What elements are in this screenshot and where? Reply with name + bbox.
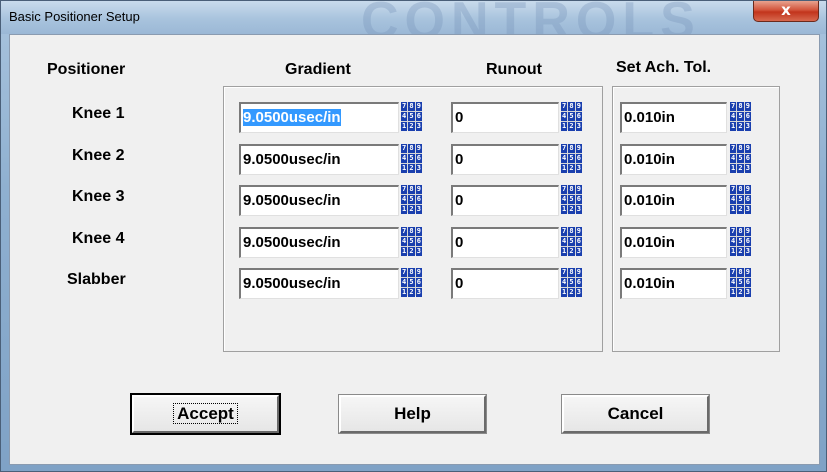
numeric-keypad-icon[interactable]: 789456123 — [561, 144, 582, 173]
numeric-keypad-icon[interactable]: 789456123 — [401, 227, 422, 256]
numeric-keypad-icon[interactable]: 789456123 — [561, 227, 582, 256]
numeric-keypad-icon[interactable]: 789456123 — [561, 185, 582, 214]
close-button[interactable]: x — [753, 1, 819, 22]
numeric-keypad-icon[interactable]: 789456123 — [401, 268, 422, 297]
gradient-field-knee-1[interactable]: 9.0500usec/in — [239, 102, 399, 133]
numeric-keypad-icon[interactable]: 789456123 — [730, 268, 751, 297]
gradient-field-knee-2[interactable]: 9.0500usec/in — [239, 144, 399, 175]
header-runout: Runout — [486, 61, 542, 78]
numeric-keypad-icon[interactable]: 789456123 — [401, 102, 422, 131]
row-label-knee-4: Knee 4 — [72, 230, 125, 247]
numeric-keypad-icon[interactable]: 789456123 — [730, 185, 751, 214]
row-label-knee-3: Knee 3 — [72, 188, 125, 205]
numeric-keypad-icon[interactable]: 789456123 — [401, 144, 422, 173]
gradient-field-slabber[interactable]: 9.0500usec/in — [239, 268, 399, 299]
window-title: Basic Positioner Setup — [9, 9, 140, 24]
row-label-knee-2: Knee 2 — [72, 147, 125, 164]
runout-field-slabber[interactable]: 0 — [451, 268, 559, 299]
tol-field-knee-3[interactable]: 0.010in — [620, 185, 727, 216]
accept-button[interactable]: Accept — [130, 393, 281, 435]
runout-field-knee-1[interactable]: 0 — [451, 102, 559, 133]
tol-field-knee-2[interactable]: 0.010in — [620, 144, 727, 175]
numeric-keypad-icon[interactable]: 789456123 — [401, 185, 422, 214]
dialog-window: CONTROLS Basic Positioner Setup x Positi… — [0, 0, 827, 472]
gradient-field-knee-3[interactable]: 9.0500usec/in — [239, 185, 399, 216]
accept-button-label: Accept — [173, 403, 238, 424]
title-watermark: CONTROLS — [361, 1, 701, 34]
row-label-slabber: Slabber — [67, 271, 126, 288]
header-set-ach-tol: Set Ach. Tol. — [616, 59, 712, 76]
row-label-knee-1: Knee 1 — [72, 105, 125, 122]
gradient-field-knee-4[interactable]: 9.0500usec/in — [239, 227, 399, 258]
header-positioner: Positioner — [47, 61, 126, 78]
help-button[interactable]: Help — [338, 394, 487, 434]
gradient-value-knee-1: 9.0500usec/in — [243, 109, 341, 126]
tol-field-knee-1[interactable]: 0.010in — [620, 102, 727, 133]
numeric-keypad-icon[interactable]: 789456123 — [730, 144, 751, 173]
tol-field-slabber[interactable]: 0.010in — [620, 268, 727, 299]
cancel-button[interactable]: Cancel — [561, 394, 710, 434]
numeric-keypad-icon[interactable]: 789456123 — [730, 227, 751, 256]
header-gradient: Gradient — [285, 61, 351, 78]
runout-field-knee-4[interactable]: 0 — [451, 227, 559, 258]
runout-field-knee-3[interactable]: 0 — [451, 185, 559, 216]
dialog-body: Positioner Gradient Runout Set Ach. Tol.… — [9, 34, 820, 465]
numeric-keypad-icon[interactable]: 789456123 — [561, 268, 582, 297]
title-bar[interactable]: CONTROLS Basic Positioner Setup x — [1, 1, 826, 34]
numeric-keypad-icon[interactable]: 789456123 — [561, 102, 582, 131]
tol-field-knee-4[interactable]: 0.010in — [620, 227, 727, 258]
numeric-keypad-icon[interactable]: 789456123 — [730, 102, 751, 131]
runout-field-knee-2[interactable]: 0 — [451, 144, 559, 175]
